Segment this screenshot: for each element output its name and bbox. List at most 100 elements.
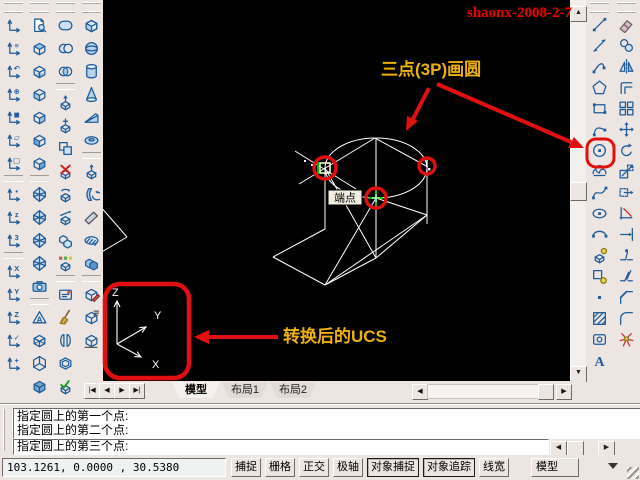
back-view-tool-button[interactable]: [28, 152, 51, 174]
object-ucs-tool-button[interactable]: ◼: [2, 106, 25, 128]
separate-solids-tool-button[interactable]: [54, 329, 77, 351]
tab-布局2[interactable]: 布局2: [270, 382, 316, 398]
circle-tool-button[interactable]: [588, 140, 611, 160]
line-tool-button[interactable]: [588, 14, 611, 34]
array-tool-button[interactable]: [615, 98, 638, 118]
rectangle-tool-button[interactable]: [588, 98, 611, 118]
mirror-tool-button[interactable]: [615, 56, 638, 76]
check-solid-tool-button[interactable]: [54, 375, 77, 397]
multiline-text-tool-button[interactable]: A: [588, 350, 611, 370]
flat-shaded-tool-button[interactable]: [28, 375, 51, 397]
trim-tool-button[interactable]: [615, 203, 638, 223]
ucs-tool-button[interactable]: [2, 14, 25, 36]
3d-wireframe-tool-button[interactable]: [28, 329, 51, 351]
setup-view-tool-button[interactable]: [80, 306, 103, 328]
nw-isometric-tool-button[interactable]: [28, 252, 51, 274]
toolbar-grab-handle[interactable]: [82, 2, 101, 13]
cylinder-tool-button[interactable]: [80, 60, 103, 82]
toolbar-grab-handle[interactable]: [617, 2, 636, 13]
section-tool-button[interactable]: [80, 229, 103, 251]
command-hscroll-left-button[interactable]: ◀: [550, 441, 567, 456]
torus-tool-button[interactable]: [80, 129, 103, 151]
named-ucs-tool-button[interactable]: ≡: [2, 37, 25, 59]
setup-profile-tool-button[interactable]: [80, 329, 103, 351]
color-faces-tool-button[interactable]: [54, 252, 77, 274]
se-isometric-tool-button[interactable]: [28, 206, 51, 228]
top-view-tool-button[interactable]: [28, 37, 51, 59]
revision-cloud-tool-button[interactable]: [588, 161, 611, 181]
last-tab-button[interactable]: ▶|: [129, 383, 145, 399]
subtract-tool-button[interactable]: [54, 37, 77, 59]
previous-tab-button[interactable]: ◀: [99, 383, 115, 399]
setup-drawing-tool-button[interactable]: [80, 283, 103, 305]
extrude-tool-button[interactable]: [80, 160, 103, 182]
three-point-ucs-tool-button[interactable]: 3: [2, 229, 25, 251]
toggle-对象捕捉[interactable]: 对象捕捉: [367, 458, 419, 477]
offset-tool-button[interactable]: [615, 77, 638, 97]
statusbar-menu-arrow-icon[interactable]: [608, 463, 618, 469]
construction-line-tool-button[interactable]: [588, 35, 611, 55]
cone-tool-button[interactable]: [80, 83, 103, 105]
sw-isometric-tool-button[interactable]: [28, 183, 51, 205]
delete-faces-tool-button[interactable]: [54, 160, 77, 182]
view-ucs-tool-button[interactable]: ▢: [2, 152, 25, 174]
tab-布局1[interactable]: 布局1: [222, 382, 268, 398]
toggle-栅格[interactable]: 栅格: [265, 458, 295, 477]
left-view-tool-button[interactable]: [28, 83, 51, 105]
right-view-tool-button[interactable]: [28, 106, 51, 128]
hscroll-right-button[interactable]: ▶: [556, 384, 572, 400]
world-ucs-tool-button[interactable]: ⊕: [2, 83, 25, 105]
toolbar-grab-handle[interactable]: [4, 2, 23, 13]
slice-tool-button[interactable]: [80, 206, 103, 228]
copy-object-tool-button[interactable]: [615, 35, 638, 55]
previous-ucs-tool-button[interactable]: ↶: [2, 60, 25, 82]
toggle-线宽[interactable]: 线宽: [479, 458, 509, 477]
resize-grip[interactable]: [627, 467, 639, 479]
erase-tool-button[interactable]: [615, 14, 638, 34]
union-tool-button[interactable]: [54, 14, 77, 36]
face-ucs-tool-button[interactable]: ▱: [2, 129, 25, 151]
rotate-tool-button[interactable]: [615, 140, 638, 160]
toggle-正交[interactable]: 正交: [299, 458, 329, 477]
point-tool-button[interactable]: [588, 287, 611, 307]
wedge-tool-button[interactable]: [80, 106, 103, 128]
offset-faces-tool-button[interactable]: [54, 137, 77, 159]
command-input[interactable]: 指定圆上的第三个点:: [13, 439, 549, 455]
taper-faces-tool-button[interactable]: [54, 206, 77, 228]
break-at-point-tool-button[interactable]: [615, 245, 638, 265]
command-hscroll-right-button[interactable]: ▶: [598, 441, 615, 456]
break-tool-button[interactable]: [615, 266, 638, 286]
z-rotate-ucs-tool-button[interactable]: Z: [2, 306, 25, 328]
extrude-faces-tool-button[interactable]: [54, 91, 77, 113]
hidden-mode-tool-button[interactable]: [28, 352, 51, 374]
z-axis-ucs-tool-button[interactable]: z: [2, 206, 25, 228]
toggle-对象追踪[interactable]: 对象追踪: [423, 458, 475, 477]
toolbar-grab-handle[interactable]: [56, 2, 75, 13]
arc-tool-button[interactable]: [588, 119, 611, 139]
ellipse-tool-button[interactable]: [588, 203, 611, 223]
insert-block-tool-button[interactable]: [588, 245, 611, 265]
camera-tool-button[interactable]: [28, 275, 51, 297]
scroll-thumb[interactable]: [570, 182, 587, 201]
chamfer-tool-button[interactable]: [615, 287, 638, 307]
copy-faces-tool-button[interactable]: [54, 229, 77, 251]
hscroll-left-button[interactable]: ◀: [412, 384, 428, 400]
make-block-tool-button[interactable]: [588, 266, 611, 286]
interfere-tool-button[interactable]: [80, 252, 103, 274]
apply-ucs-tool-button[interactable]: ✓: [2, 329, 25, 351]
region-tool-button[interactable]: [588, 329, 611, 349]
y-rotate-ucs-tool-button[interactable]: Y: [2, 283, 25, 305]
toggle-极轴[interactable]: 极轴: [333, 458, 363, 477]
extend-tool-button[interactable]: [615, 224, 638, 244]
rotate-faces-tool-button[interactable]: [54, 183, 77, 205]
canvas-vertical-scrollbar[interactable]: ▲ ▼: [570, 0, 587, 382]
move-tool-button[interactable]: [615, 119, 638, 139]
polyline-tool-button[interactable]: [588, 56, 611, 76]
box-tool-button[interactable]: [80, 14, 103, 36]
spline-tool-button[interactable]: [588, 182, 611, 202]
x-rotate-ucs-tool-button[interactable]: X: [2, 260, 25, 282]
scroll-up-button[interactable]: ▲: [570, 6, 587, 22]
first-tab-button[interactable]: |◀: [84, 383, 100, 399]
stretch-tool-button[interactable]: [615, 182, 638, 202]
toolbar-grab-handle[interactable]: [30, 2, 49, 13]
